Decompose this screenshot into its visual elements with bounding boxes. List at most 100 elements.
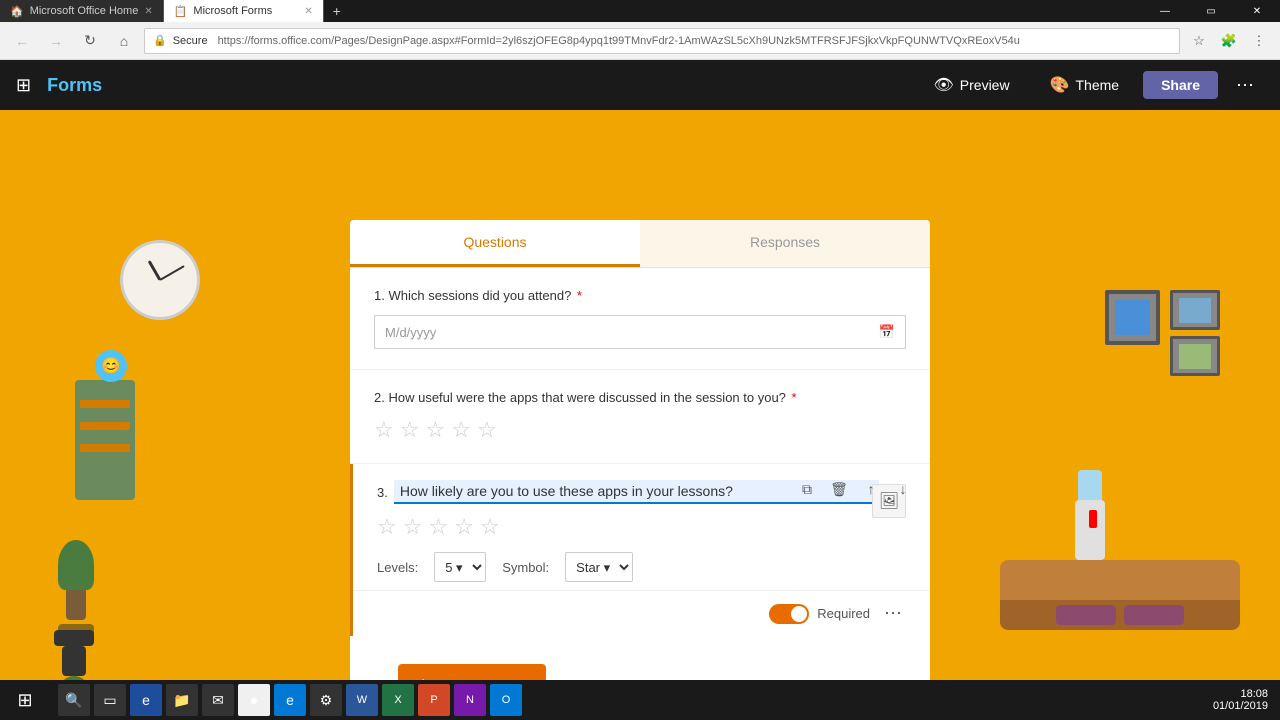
secure-label: Secure bbox=[173, 35, 208, 47]
taskbar-outlook[interactable]: O bbox=[490, 684, 522, 716]
symbol-select[interactable]: Star ▾ bbox=[565, 552, 633, 582]
theme-button[interactable]: 🎨 Theme bbox=[1034, 69, 1136, 101]
addressbar: ← → ↻ ⌂ 🔒 Secure https://forms.office.co… bbox=[0, 22, 1280, 60]
taskbar: ⊞ 🔍 ▭ e 📁 ✉ ● e ⚙ W X P N O 18:08 01/01/… bbox=[0, 680, 1280, 720]
question-1-text: Which sessions did you attend? bbox=[388, 288, 571, 303]
required-toggle-label: Required bbox=[817, 606, 870, 621]
main-form-area: Questions Responses 1. Which sessions di… bbox=[350, 220, 930, 630]
star-3-4[interactable]: ☆ bbox=[454, 514, 474, 540]
taskbar-time: 18:08 01/01/2019 bbox=[1213, 688, 1280, 712]
question-1: 1. Which sessions did you attend? * M/d/… bbox=[350, 268, 930, 370]
settings-icon[interactable]: ⋮ bbox=[1246, 28, 1272, 54]
star-2-3[interactable]: ☆ bbox=[425, 417, 445, 443]
theme-icon: 🎨 bbox=[1050, 75, 1070, 95]
preview-label: Preview bbox=[960, 77, 1010, 93]
home-button[interactable]: ⌂ bbox=[110, 27, 138, 55]
rating-controls: Levels: 5 ▾ Symbol: Star ▾ bbox=[377, 552, 906, 582]
back-button[interactable]: ← bbox=[8, 27, 36, 55]
star-2-5[interactable]: ☆ bbox=[477, 417, 497, 443]
form-tabs: Questions Responses bbox=[350, 220, 930, 268]
move-up-button[interactable]: ↑ bbox=[856, 474, 886, 504]
toggle-thumb bbox=[791, 606, 807, 622]
cabinet-decoration bbox=[75, 380, 135, 500]
taskbar-icons: 🔍 ▭ e 📁 ✉ ● e ⚙ W X P N O bbox=[50, 684, 530, 716]
question-3-active: ⧉ 🗑 ↑ ↓ 3. 🖼 ☆ ☆ bbox=[350, 464, 930, 636]
star-3-2[interactable]: ☆ bbox=[403, 514, 423, 540]
forward-button[interactable]: → bbox=[42, 27, 70, 55]
question-3-toolbar: ⧉ 🗑 ↑ ↓ bbox=[792, 474, 918, 504]
levels-select[interactable]: 5 ▾ bbox=[434, 552, 486, 582]
maximize-button[interactable]: ▭ bbox=[1188, 0, 1234, 22]
add-question-button[interactable]: + Add question bbox=[398, 664, 546, 680]
taskbar-taskview[interactable]: ▭ bbox=[94, 684, 126, 716]
close-button[interactable]: ✕ bbox=[1234, 0, 1280, 22]
required-star-1: * bbox=[577, 288, 582, 303]
addressbar-actions: ☆ 🧩 ⋮ bbox=[1186, 28, 1272, 54]
taskbar-word[interactable]: W bbox=[346, 684, 378, 716]
window-controls: — ▭ ✕ bbox=[1142, 0, 1280, 22]
minimize-button[interactable]: — bbox=[1142, 0, 1188, 22]
required-toggle-container: Required bbox=[769, 604, 870, 624]
preview-button[interactable]: 👁 Preview bbox=[917, 69, 1025, 101]
star-3-3[interactable]: ☆ bbox=[428, 514, 448, 540]
taskbar-ie[interactable]: e bbox=[130, 684, 162, 716]
url-bar[interactable]: 🔒 Secure https://forms.office.com/Pages/… bbox=[144, 28, 1180, 54]
more-options-icon[interactable]: ⋯ bbox=[1226, 69, 1264, 102]
taskbar-excel[interactable]: X bbox=[382, 684, 414, 716]
taskbar-explorer[interactable]: 📁 bbox=[166, 684, 198, 716]
question-2-text: How useful were the apps that were discu… bbox=[388, 390, 785, 405]
taskbar-powerpoint[interactable]: P bbox=[418, 684, 450, 716]
taskbar-chrome[interactable]: ● bbox=[238, 684, 270, 716]
required-star-2: * bbox=[792, 390, 797, 405]
calendar-icon: 📅 bbox=[879, 324, 895, 340]
question-1-label: 1. Which sessions did you attend? * bbox=[374, 288, 906, 303]
delete-question-button[interactable]: 🗑 bbox=[824, 474, 854, 504]
badge-decoration: 😊 bbox=[95, 350, 127, 382]
star-2-4[interactable]: ☆ bbox=[451, 417, 471, 443]
move-down-button[interactable]: ↓ bbox=[888, 474, 918, 504]
symbol-label: Symbol: bbox=[502, 560, 549, 575]
share-button[interactable]: Share bbox=[1143, 71, 1218, 99]
copy-question-button[interactable]: ⧉ bbox=[792, 474, 822, 504]
tab-office-home[interactable]: 🏠 Microsoft Office Home ✕ bbox=[0, 0, 164, 22]
header-actions: 👁 Preview 🎨 Theme Share ⋯ bbox=[917, 69, 1264, 102]
questions-scroll-area[interactable]: 1. Which sessions did you attend? * M/d/… bbox=[350, 268, 930, 680]
question-3-num: 3. bbox=[377, 485, 388, 500]
tab-favicon: 🏠 bbox=[10, 5, 24, 18]
taskbar-mail[interactable]: ✉ bbox=[202, 684, 234, 716]
date-input-1[interactable]: M/d/yyyy 📅 bbox=[374, 315, 906, 349]
refresh-button[interactable]: ↻ bbox=[76, 27, 104, 55]
tab-responses[interactable]: Responses bbox=[640, 220, 930, 267]
star-3-5[interactable]: ☆ bbox=[480, 514, 500, 540]
taskbar-edge[interactable]: e bbox=[274, 684, 306, 716]
extension-icon[interactable]: 🧩 bbox=[1216, 28, 1242, 54]
tab-label: Microsoft Office Home bbox=[30, 5, 139, 17]
star-2-1[interactable]: ☆ bbox=[374, 417, 394, 443]
star-2-2[interactable]: ☆ bbox=[400, 417, 420, 443]
taskbar-search[interactable]: 🔍 bbox=[58, 684, 90, 716]
new-tab-button[interactable]: + bbox=[324, 0, 350, 22]
tab-forms[interactable]: 📋 Microsoft Forms ✕ bbox=[164, 0, 324, 22]
question-more-button[interactable]: ⋯ bbox=[880, 603, 906, 624]
stars-2: ☆ ☆ ☆ ☆ ☆ bbox=[374, 417, 906, 443]
tab-close-forms[interactable]: ✕ bbox=[304, 6, 312, 17]
tab-close-office[interactable]: ✕ bbox=[144, 6, 152, 17]
taskbar-settings[interactable]: ⚙ bbox=[310, 684, 342, 716]
theme-label: Theme bbox=[1076, 77, 1120, 93]
titlebar: 🏠 Microsoft Office Home ✕ 📋 Microsoft Fo… bbox=[0, 0, 1280, 22]
frames-decoration bbox=[1105, 290, 1220, 376]
levels-label: Levels: bbox=[377, 560, 418, 575]
share-label: Share bbox=[1161, 77, 1200, 93]
app-name[interactable]: Forms bbox=[47, 75, 102, 96]
taskbar-onenote[interactable]: N bbox=[454, 684, 486, 716]
browser-tabs: 🏠 Microsoft Office Home ✕ 📋 Microsoft Fo… bbox=[0, 0, 350, 22]
start-button[interactable]: ⊞ bbox=[0, 680, 50, 720]
lock-icon: 🔒 bbox=[153, 34, 167, 47]
bookmark-icon[interactable]: ☆ bbox=[1186, 28, 1212, 54]
plant-decoration bbox=[58, 540, 94, 644]
grid-icon[interactable]: ⊞ bbox=[16, 75, 31, 96]
star-3-1[interactable]: ☆ bbox=[377, 514, 397, 540]
tab-questions[interactable]: Questions bbox=[350, 220, 640, 267]
required-toggle[interactable] bbox=[769, 604, 809, 624]
question-2: 2. How useful were the apps that were di… bbox=[350, 370, 930, 464]
